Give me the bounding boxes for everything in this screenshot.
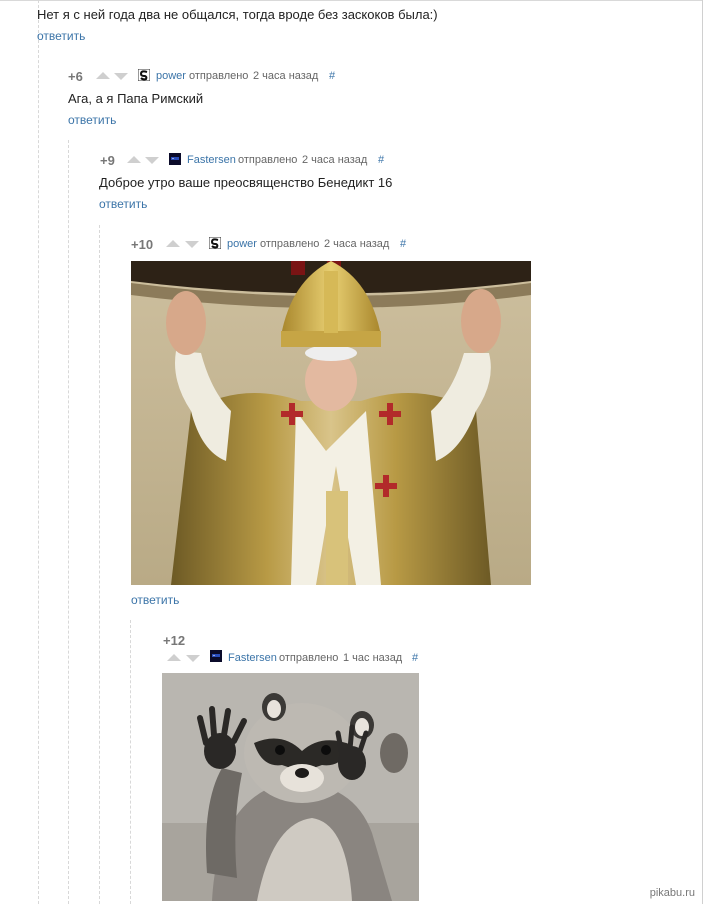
downvote-icon[interactable] xyxy=(114,73,128,80)
thread-line-2 xyxy=(68,140,69,904)
time-label: 1 час назад xyxy=(343,652,403,664)
permalink-hash[interactable]: # xyxy=(329,70,335,82)
upvote-icon[interactable] xyxy=(96,72,110,79)
site-watermark: pikabu.ru xyxy=(649,887,695,899)
reply-link[interactable]: ответить xyxy=(131,593,179,607)
author-link[interactable]: Fastersen xyxy=(187,154,236,166)
time-label: 2 часа назад xyxy=(253,70,319,82)
avatar-power-icon[interactable] xyxy=(209,237,221,249)
sent-label: отправлено xyxy=(279,652,339,664)
root-comment-text: Нет я с ней года два не общался, тогда в… xyxy=(37,7,438,22)
sent-label: отправлено xyxy=(189,70,249,82)
raccoon-waving-photo xyxy=(162,673,419,901)
upvote-icon[interactable] xyxy=(166,240,180,247)
avatar-power-icon[interactable] xyxy=(138,69,150,81)
avatar-fastersen-icon[interactable] xyxy=(169,153,181,165)
downvote-icon[interactable] xyxy=(185,241,199,248)
thread-line-4 xyxy=(130,620,131,904)
sent-label: отправлено xyxy=(238,154,298,166)
comment-text: Доброе утро ваше преосвященство Бенедикт… xyxy=(99,175,393,190)
permalink-hash[interactable]: # xyxy=(400,238,406,250)
time-label: 2 часа назад xyxy=(302,154,368,166)
rating: +10 xyxy=(131,237,154,252)
downvote-icon[interactable] xyxy=(186,655,200,662)
permalink-hash[interactable]: # xyxy=(412,652,418,664)
downvote-icon[interactable] xyxy=(145,157,159,164)
upvote-icon[interactable] xyxy=(127,156,141,163)
author-link[interactable]: Fastersen xyxy=(228,652,277,664)
pope-waving-photo xyxy=(131,261,531,585)
root-reply-link[interactable]: ответить xyxy=(37,29,85,43)
top-divider xyxy=(0,0,703,1)
rating: +9 xyxy=(100,153,115,168)
reply-link[interactable]: ответить xyxy=(99,197,147,211)
author-link[interactable]: power xyxy=(156,70,186,82)
upvote-icon[interactable] xyxy=(167,654,181,661)
time-label: 2 часа назад xyxy=(324,238,390,250)
permalink-hash[interactable]: # xyxy=(378,154,384,166)
author-link[interactable]: power xyxy=(227,238,257,250)
rating: +12 xyxy=(163,633,186,648)
reply-link[interactable]: ответить xyxy=(68,113,116,127)
comment-text: Ага, а я Папа Римский xyxy=(68,91,204,106)
thread-line-1 xyxy=(38,0,39,904)
thread-line-3 xyxy=(99,225,100,904)
rating: +6 xyxy=(68,69,83,84)
sent-label: отправлено xyxy=(260,238,320,250)
avatar-fastersen-icon[interactable] xyxy=(210,650,222,662)
